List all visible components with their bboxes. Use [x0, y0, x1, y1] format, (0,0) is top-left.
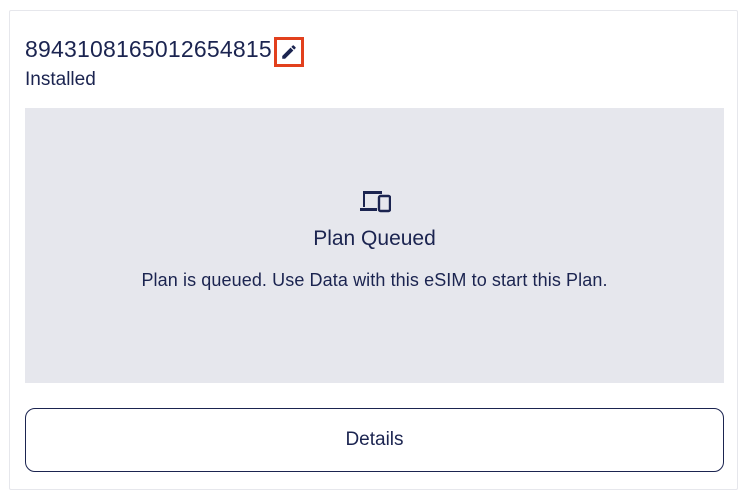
edit-name-button[interactable] — [273, 37, 304, 67]
plan-queued-panel: Plan Queued Plan is queued. Use Data wit… — [25, 108, 724, 383]
plan-queued-title: Plan Queued — [313, 227, 436, 250]
iccid-row: 8943108165012654815 — [25, 31, 304, 67]
esim-status: Installed — [25, 69, 96, 90]
pencil-icon — [282, 45, 296, 59]
iccid-text: 8943108165012654815 — [25, 35, 272, 62]
devices-icon — [359, 191, 391, 213]
details-button[interactable]: Details — [25, 408, 724, 472]
plan-queued-message: Plan is queued. Use Data with this eSIM … — [141, 270, 608, 290]
esim-card: 8943108165012654815 Installed Plan Queue… — [9, 10, 738, 490]
